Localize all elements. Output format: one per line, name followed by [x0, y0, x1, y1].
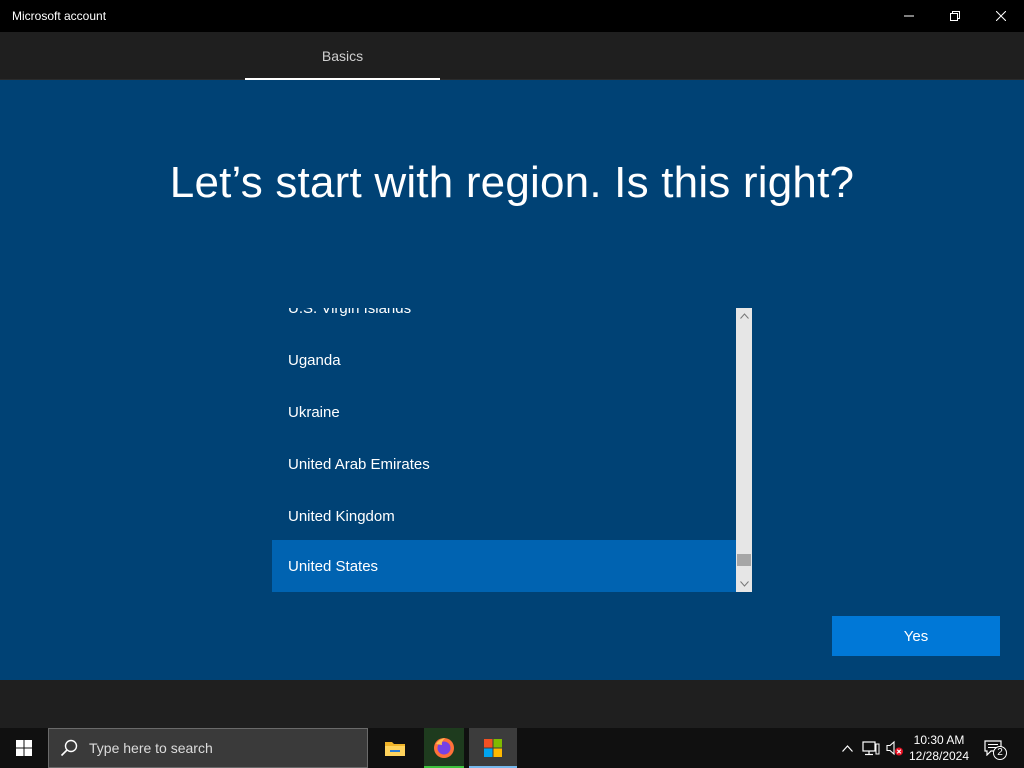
- search-placeholder: Type here to search: [89, 740, 213, 756]
- taskbar: Type here to search 10:30 AM 12/28/2024 …: [0, 728, 1024, 768]
- list-item-label: U.S. Virgin Islands: [288, 308, 412, 317]
- page-title: Let’s start with region. Is this right?: [169, 158, 855, 207]
- list-item-selected[interactable]: United States: [272, 540, 736, 592]
- restore-icon: [950, 11, 960, 21]
- taskbar-search-box[interactable]: Type here to search: [48, 728, 368, 768]
- show-hidden-icons-button[interactable]: [838, 728, 856, 768]
- restore-button[interactable]: [932, 0, 978, 32]
- windows-logo-icon: [16, 740, 32, 756]
- list-item-label: United States: [288, 557, 379, 575]
- scroll-up-button[interactable]: [736, 308, 752, 324]
- action-center-button[interactable]: 2: [976, 728, 1010, 768]
- tab-basics[interactable]: Basics: [245, 32, 440, 80]
- list-item-label: Uganda: [288, 351, 341, 369]
- footer-strip: [0, 680, 1024, 728]
- list-item[interactable]: U.S. Virgin Islands: [272, 308, 736, 334]
- network-icon: [862, 741, 880, 756]
- taskbar-file-explorer[interactable]: [375, 728, 415, 768]
- network-status-button[interactable]: [860, 728, 882, 768]
- progress-tab-bar: Basics: [0, 32, 1024, 80]
- chevron-down-icon: [739, 581, 749, 587]
- firefox-icon: [434, 738, 454, 758]
- list-item[interactable]: United Arab Emirates: [272, 438, 736, 490]
- clock-time: 10:30 AM: [913, 733, 965, 747]
- yes-button[interactable]: Yes: [832, 616, 1000, 656]
- list-item-label: United Arab Emirates: [288, 455, 430, 473]
- volume-button[interactable]: [884, 728, 906, 768]
- scroll-down-button[interactable]: [736, 576, 752, 592]
- minimize-icon: [904, 15, 914, 17]
- taskbar-microsoft-store[interactable]: [469, 728, 517, 768]
- clock-date: 12/28/2024: [908, 749, 970, 763]
- minimize-button[interactable]: [886, 0, 932, 32]
- window-title: Microsoft account: [12, 9, 107, 23]
- list-item-label: United Kingdom: [288, 507, 395, 525]
- main-panel: Let’s start with region. Is this right? …: [0, 80, 1024, 680]
- close-button[interactable]: [978, 0, 1024, 32]
- list-scrollbar[interactable]: [736, 308, 752, 592]
- title-bar: Microsoft account: [0, 0, 1024, 32]
- list-item[interactable]: Uganda: [272, 334, 736, 386]
- taskbar-firefox[interactable]: [424, 728, 464, 768]
- chevron-up-icon: [739, 313, 749, 319]
- scroll-thumb[interactable]: [737, 554, 751, 566]
- volume-muted-icon: [886, 740, 903, 756]
- notification-count-badge: 2: [993, 746, 1007, 760]
- store-icon: [484, 739, 502, 757]
- folder-icon: [385, 742, 405, 756]
- chevron-up-icon: [841, 744, 853, 752]
- list-item[interactable]: Ukraine: [272, 386, 736, 438]
- region-list[interactable]: U.S. Virgin Islands Uganda Ukraine Unite…: [272, 308, 752, 592]
- search-icon: [49, 728, 89, 768]
- start-button[interactable]: [0, 728, 48, 768]
- list-item-label: Ukraine: [288, 403, 340, 421]
- taskbar-clock[interactable]: 10:30 AM 12/28/2024: [906, 728, 972, 768]
- close-icon: [996, 11, 1006, 21]
- list-item[interactable]: United Kingdom: [272, 490, 736, 542]
